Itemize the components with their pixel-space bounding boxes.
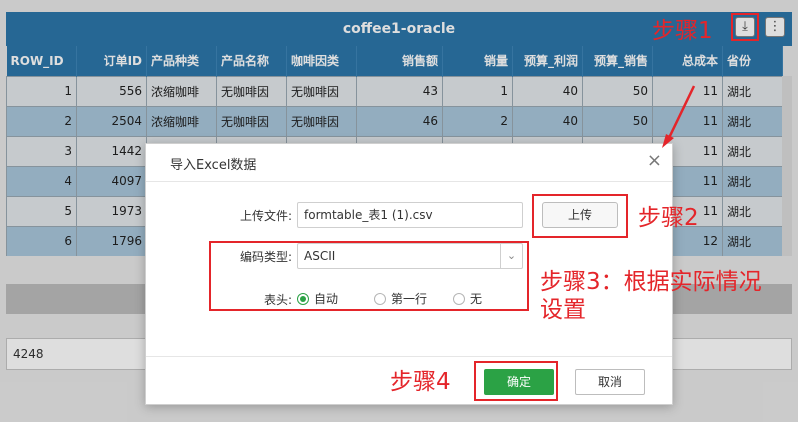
step4-label: 步骤4 [390, 369, 451, 395]
close-icon[interactable]: × [647, 151, 662, 171]
step1-highlight [731, 13, 759, 41]
step1-label: 步骤1 [652, 18, 713, 44]
step3-highlight [209, 241, 529, 311]
file-label: 上传文件: [239, 209, 292, 223]
step1-arrow-icon [662, 85, 696, 148]
dialog-header: 导入Excel数据 × [146, 144, 672, 182]
step3-label: 步骤3：根据实际情况设置 [540, 269, 762, 323]
step2-highlight [532, 194, 628, 238]
step2-label: 步骤2 [638, 205, 699, 231]
step4-highlight [474, 361, 558, 401]
dialog-title: 导入Excel数据 [170, 158, 257, 173]
file-name-field[interactable]: formtable_表1 (1).csv [297, 202, 523, 228]
cancel-button[interactable]: 取消 [575, 369, 645, 395]
